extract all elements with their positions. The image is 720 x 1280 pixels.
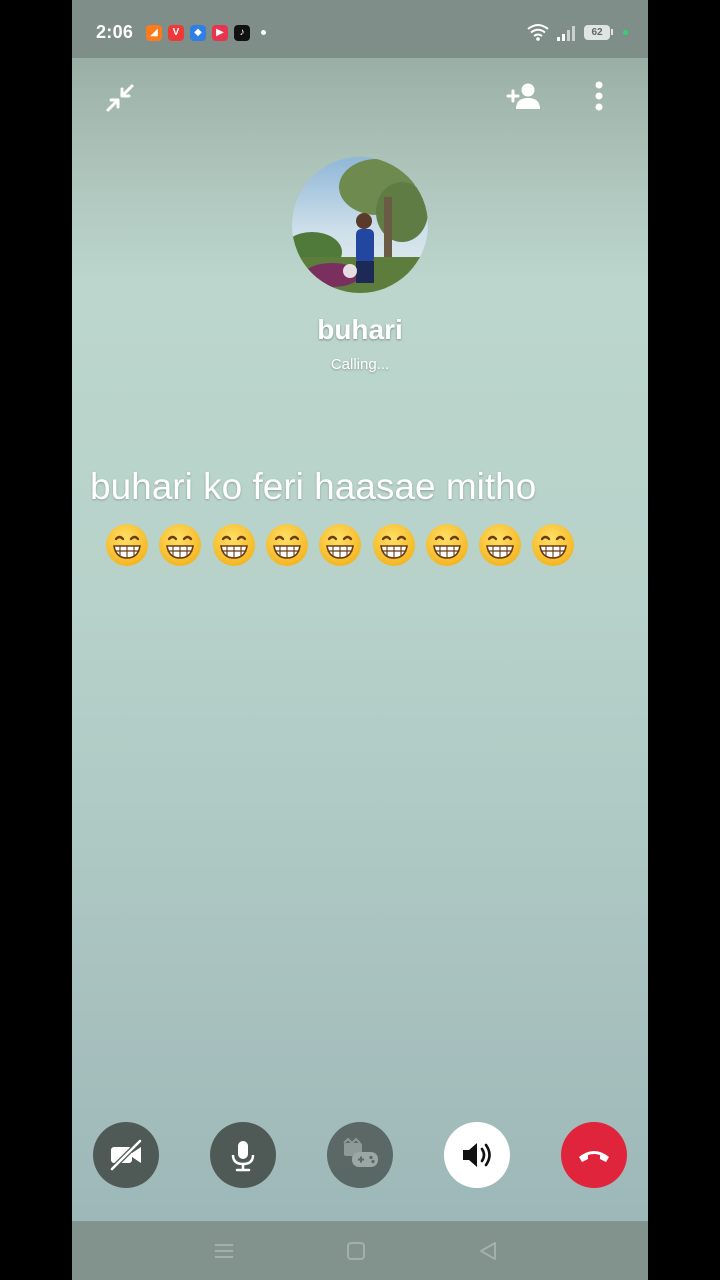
grinning-face-emoji — [106, 524, 148, 566]
camera-off-icon — [109, 1138, 143, 1172]
caller-photo — [292, 157, 428, 293]
video-app-icon: ▶ — [212, 25, 228, 41]
speaker-icon — [463, 1143, 491, 1167]
call-screen: 2:06 ◢ V ◆ ▶ ♪ 62 buhari Calling... buha… — [72, 0, 648, 1280]
more-notifications-dot — [261, 30, 266, 35]
status-bar: 2:06 ◢ V ◆ ▶ ♪ 62 — [72, 0, 648, 58]
add-person-button[interactable] — [504, 78, 544, 118]
collapse-arrows-icon — [106, 84, 134, 112]
navigation-bar — [72, 1221, 648, 1280]
grinning-face-emoji — [479, 524, 522, 566]
wifi-icon — [527, 24, 549, 41]
more-options-button[interactable] — [580, 78, 620, 118]
microphone-button[interactable] — [210, 1122, 276, 1188]
signal-icon — [557, 26, 575, 41]
grinning-face-emoji — [372, 524, 415, 566]
recent-apps-button[interactable] — [212, 1239, 236, 1263]
hang-up-icon — [579, 1151, 609, 1162]
camera-off-button[interactable] — [93, 1122, 159, 1188]
effects-button[interactable] — [327, 1122, 393, 1188]
status-time: 2:06 — [96, 22, 134, 42]
call-status: Calling... — [330, 356, 390, 373]
grinning-face-emoji — [532, 524, 575, 566]
caller-avatar — [292, 157, 428, 293]
minimize-button[interactable] — [100, 78, 140, 118]
blue-app-icon: ◆ — [190, 25, 206, 41]
grinning-face-emoji — [159, 524, 202, 566]
tool-app-icon: ◢ — [146, 25, 162, 41]
caller-name: buhari — [317, 314, 403, 345]
grinning-face-emoji — [212, 524, 255, 566]
more-vertical-icon — [595, 81, 603, 111]
effects-game-icon — [343, 1137, 378, 1167]
menu-icon — [215, 1244, 233, 1258]
back-button[interactable] — [476, 1239, 500, 1263]
grinning-face-emoji — [319, 524, 362, 566]
battery-tip — [611, 29, 613, 35]
back-triangle-icon — [480, 1242, 496, 1260]
tiktok-app-icon: ♪ — [234, 25, 250, 41]
add-person-icon — [506, 83, 540, 109]
home-button[interactable] — [344, 1239, 368, 1263]
battery-icon: 62 — [584, 25, 610, 40]
home-square-icon — [347, 1242, 365, 1260]
vivaldi-app-icon: V — [168, 25, 184, 41]
grinning-face-emoji — [425, 524, 468, 566]
overlay-caption: buhari ko feri haasae mitho — [90, 466, 537, 507]
end-call-button[interactable] — [561, 1122, 627, 1188]
speaker-button[interactable] — [444, 1122, 510, 1188]
grinning-face-emoji — [265, 524, 308, 566]
microphone-icon — [231, 1141, 255, 1172]
privacy-indicator-dot — [623, 30, 628, 35]
